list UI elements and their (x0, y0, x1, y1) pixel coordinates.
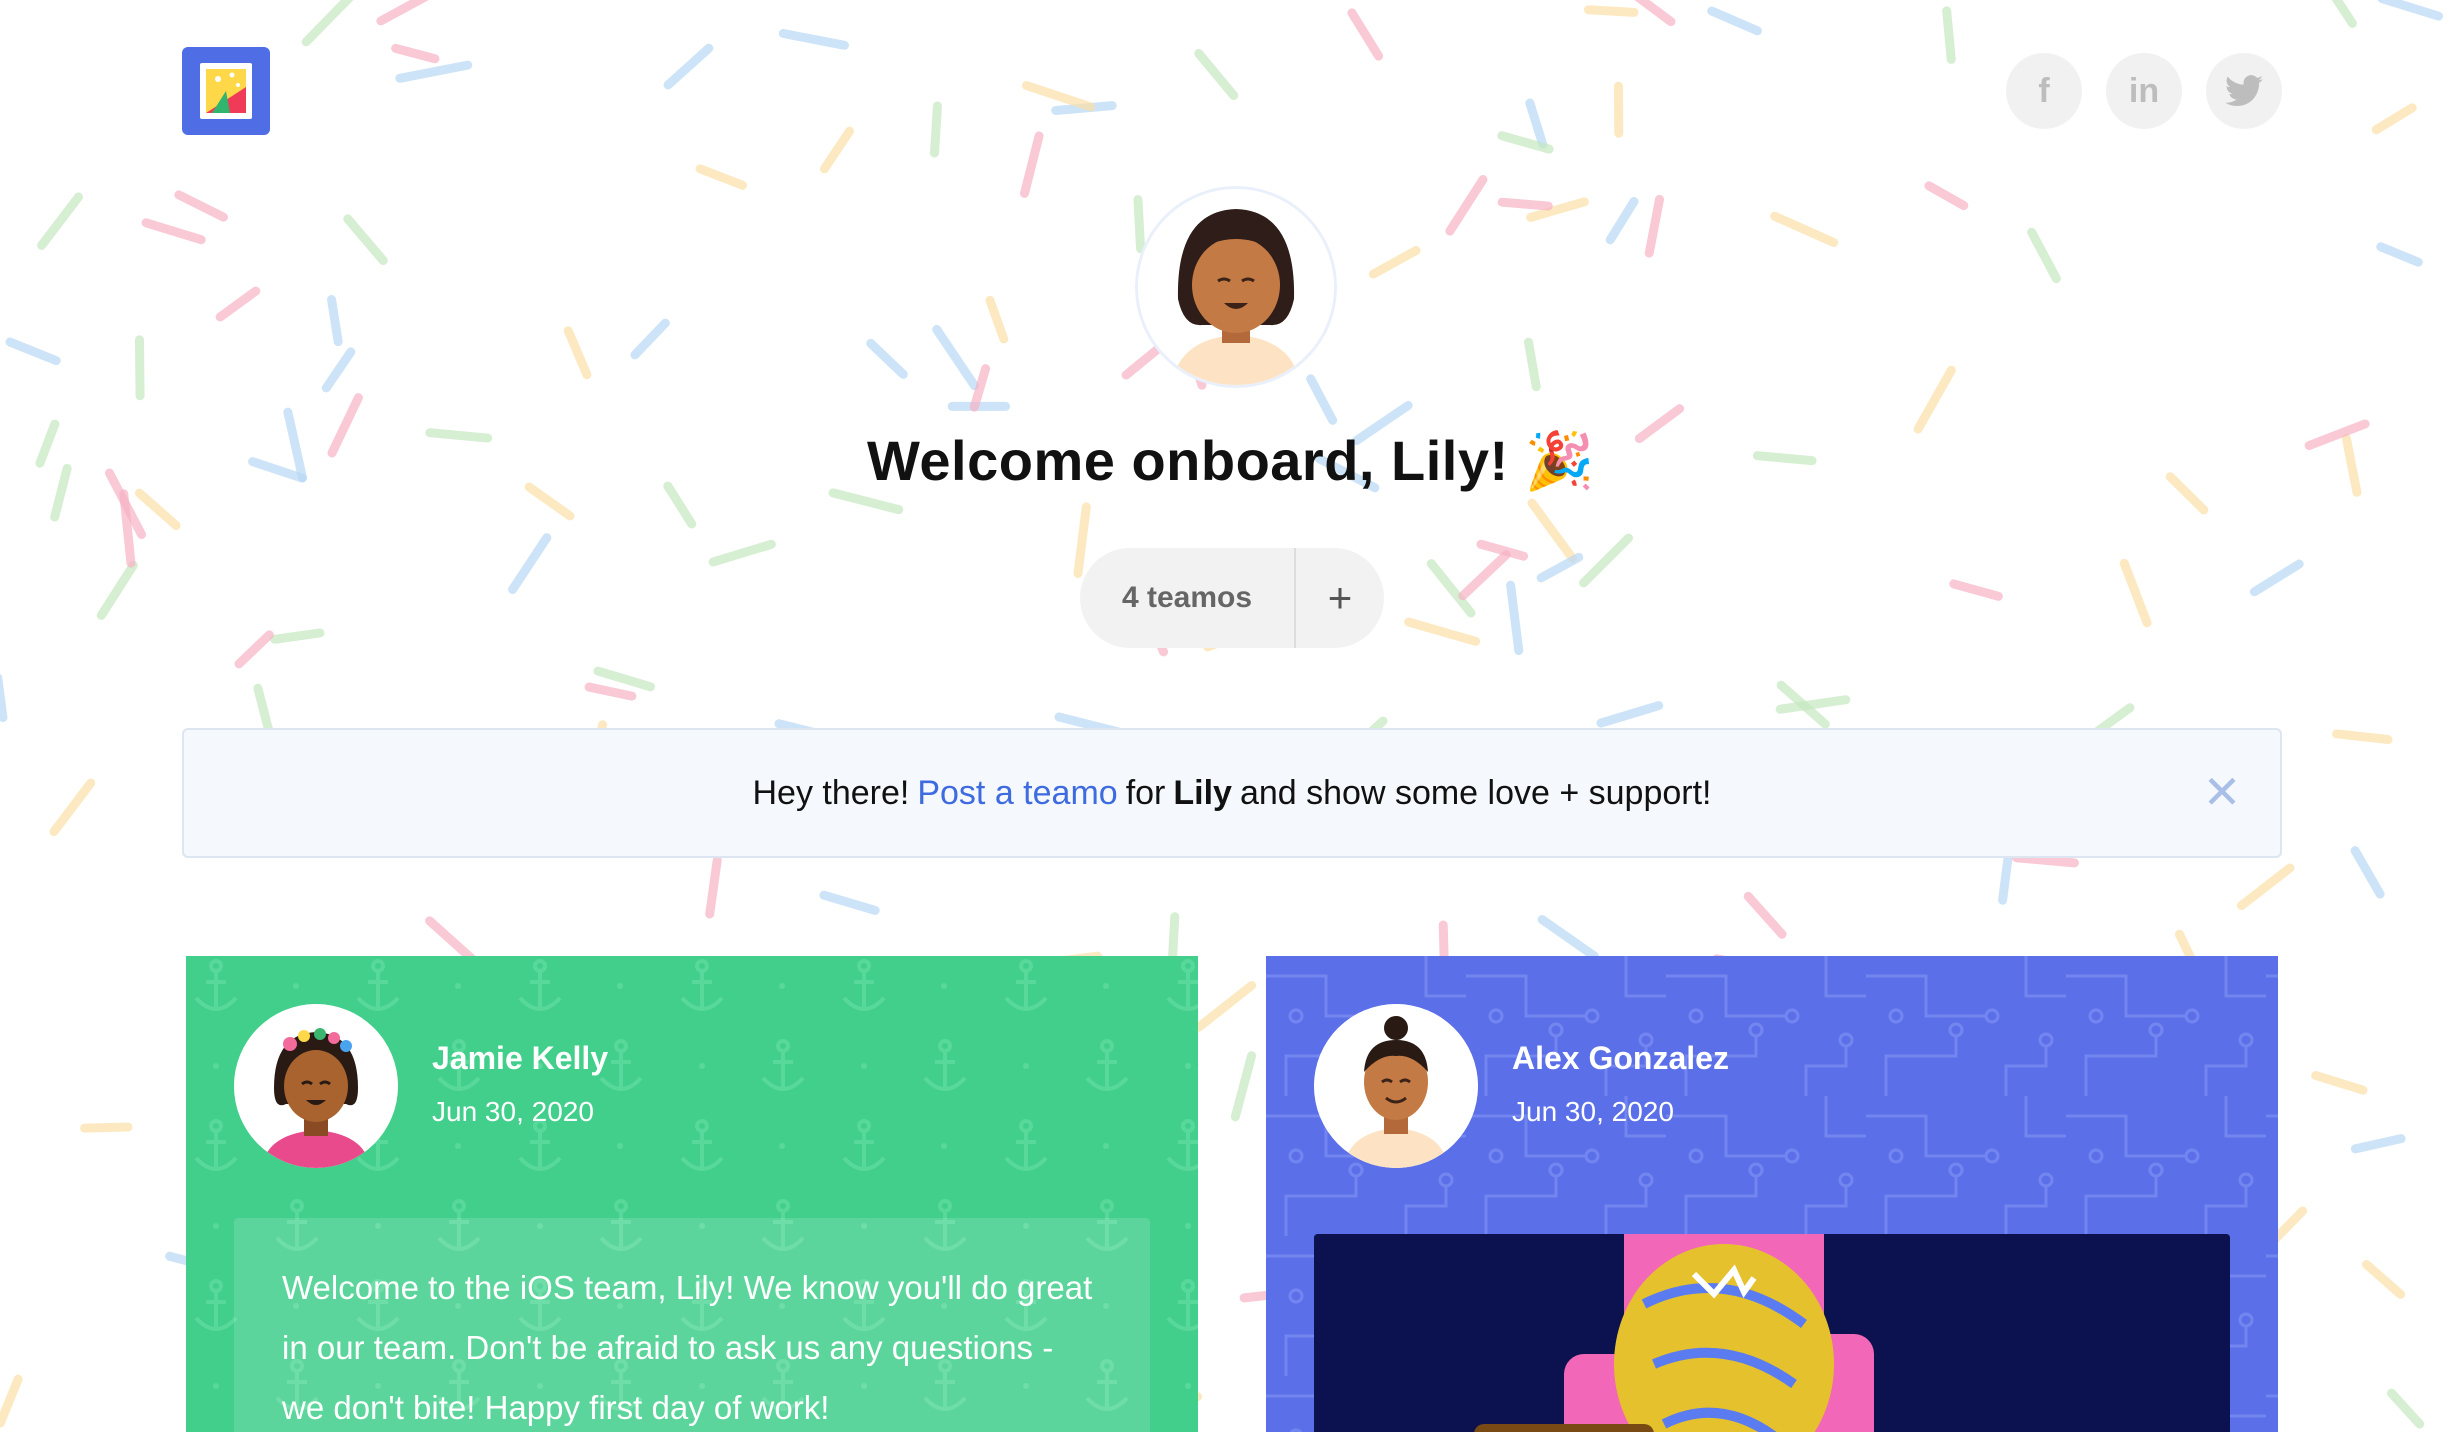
twitter-icon (2225, 75, 2263, 107)
facebook-icon: f (2038, 71, 2050, 110)
linkedin-share-button[interactable]: in (2106, 53, 2182, 129)
twitter-share-button[interactable] (2206, 53, 2282, 129)
woman-avatar-icon (1138, 189, 1334, 385)
social-share-group: f in (2006, 53, 2282, 129)
card-gif[interactable] (1314, 1234, 2230, 1432)
teamos-count[interactable]: 4 teamos (1080, 548, 1296, 648)
card-author: Jamie Kelly (432, 1040, 609, 1076)
card-date: Jun 30, 2020 (432, 1096, 594, 1127)
linkedin-icon: in (2128, 71, 2160, 110)
banner-suffix: and show some love + support! (1239, 773, 1712, 812)
app-logo[interactable] (182, 47, 270, 135)
profile-avatar (1135, 186, 1337, 388)
card-date: Jun 30, 2020 (1512, 1096, 1674, 1127)
person-bun-avatar-icon (1314, 1004, 1478, 1168)
banner-prefix: Hey there! (752, 773, 910, 812)
facebook-share-button[interactable]: f (2006, 53, 2082, 129)
avatar (1314, 1004, 1478, 1168)
woman-flower-crown-avatar-icon (234, 1004, 398, 1168)
close-icon[interactable]: ✕ (2200, 769, 2244, 815)
avatar (234, 1004, 398, 1168)
card-author: Alex Gonzalez (1512, 1040, 1729, 1076)
teamo-card[interactable]: Alex Gonzalez Jun 30, 2020 (1266, 956, 2278, 1432)
post-teamo-link[interactable]: Post a teamo (917, 774, 1117, 813)
teamos-pill: 4 teamos + (1080, 548, 1384, 648)
banner-name: Lily (1173, 773, 1232, 812)
animated-gif-image (1314, 1234, 2230, 1432)
page-title: Welcome onboard, Lily! 🎉 (867, 429, 1595, 492)
card-message: Welcome to the iOS team, Lily! We know y… (234, 1218, 1150, 1432)
banner-middle: for (1125, 773, 1166, 812)
info-banner: Hey there! Post a teamo for Lily and sho… (182, 728, 2282, 858)
postage-stamp-party-icon (200, 63, 252, 119)
teamo-card[interactable]: Jamie Kelly Jun 30, 2020 Welcome to the … (186, 956, 1198, 1432)
